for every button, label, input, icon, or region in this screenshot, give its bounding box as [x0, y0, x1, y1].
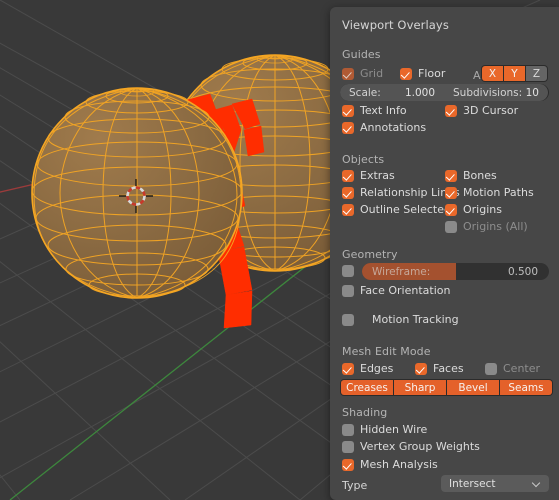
checkbox-relationship-lines[interactable]: Relationship Lines	[342, 187, 460, 199]
checkbox-label-vertex-group-weights: Vertex Group Weights	[360, 440, 480, 453]
chevron-down-icon	[533, 480, 541, 488]
checkbox-box-wireframe[interactable]	[342, 265, 354, 277]
checkbox-box-annotations[interactable]	[342, 122, 354, 134]
checkbox-outline-selected[interactable]: Outline Selected	[342, 204, 451, 216]
slider-wireframe[interactable]: Wireframe: 0.500	[362, 263, 549, 280]
checkbox-text-info[interactable]: Text Info	[342, 105, 407, 117]
field-scale[interactable]: Scale: 1.000	[340, 84, 444, 101]
checkbox-box-extras[interactable]	[342, 170, 354, 182]
checkbox-label-face-orientation: Face Orientation	[360, 284, 451, 297]
checkbox-label-hidden-wire: Hidden Wire	[360, 423, 428, 436]
checkbox-box-faces[interactable]	[415, 363, 427, 375]
checkbox-label-edges: Edges	[360, 362, 394, 375]
dropdown-value-type: Intersect	[449, 477, 496, 490]
checkbox-edges[interactable]: Edges	[342, 363, 393, 375]
dropdown-mesh-analysis-type[interactable]: Intersect	[441, 475, 549, 492]
checkbox-box-outline-selected[interactable]	[342, 204, 354, 216]
axis-toggle-x[interactable]: X	[482, 66, 503, 81]
field-subdivisions-value: 10	[525, 86, 539, 99]
checkbox-box-motion-paths[interactable]	[445, 187, 457, 199]
checkbox-label-mesh-analysis: Mesh Analysis	[360, 458, 438, 471]
checkbox-3d-cursor[interactable]: 3D Cursor	[445, 105, 518, 117]
checkbox-wireframe[interactable]	[342, 265, 354, 277]
checkbox-motion-paths[interactable]: Motion Paths	[445, 187, 534, 199]
blender-window: Viewport Overlays Guides Grid Floor Axes…	[0, 0, 559, 500]
checkbox-center[interactable]: Center	[485, 363, 540, 375]
checkbox-box-floor[interactable]	[400, 68, 412, 80]
button-seams[interactable]: Seams	[500, 380, 552, 395]
slider-wireframe-value: 0.500	[507, 265, 538, 278]
checkbox-label-center: Center	[503, 362, 541, 375]
checkbox-face-orientation[interactable]: Face Orientation	[342, 285, 450, 297]
sphere-front	[31, 87, 243, 299]
button-bevel[interactable]: Bevel	[447, 380, 499, 395]
slider-wireframe-label: Wireframe:	[372, 265, 431, 278]
checkbox-box-bones[interactable]	[445, 170, 457, 182]
checkbox-origins[interactable]: Origins	[445, 204, 502, 216]
checkbox-label-floor: Floor	[418, 67, 446, 80]
checkbox-label-outline-selected: Outline Selected	[360, 203, 451, 216]
checkbox-box-motion-tracking[interactable]	[342, 314, 354, 326]
checkbox-box-grid[interactable]	[342, 68, 354, 80]
checkbox-box-vertex-group-weights[interactable]	[342, 441, 354, 453]
field-subdivisions[interactable]: Subdivisions: 10	[444, 84, 548, 101]
checkbox-box-mesh-analysis[interactable]	[342, 459, 354, 471]
checkbox-label-3d-cursor: 3D Cursor	[463, 104, 519, 117]
checkbox-box-face-orientation[interactable]	[342, 285, 354, 297]
dropdown-label-type: Type	[342, 479, 368, 492]
checkbox-box-3d-cursor[interactable]	[445, 105, 457, 117]
section-header-geometry: Geometry	[342, 248, 398, 261]
checkbox-box-origins-all[interactable]	[445, 221, 457, 233]
field-scale-label: Scale:	[349, 86, 381, 99]
checkbox-label-text-info: Text Info	[360, 104, 407, 117]
edge-overlay-button-group[interactable]: Creases Sharp Bevel Seams	[340, 379, 553, 396]
checkbox-label-annotations: Annotations	[360, 121, 427, 134]
checkbox-box-origins[interactable]	[445, 204, 457, 216]
checkbox-floor[interactable]: Floor	[400, 68, 445, 80]
checkbox-bones[interactable]: Bones	[445, 170, 497, 182]
checkbox-label-extras: Extras	[360, 169, 395, 182]
checkbox-label-origins: Origins	[463, 203, 502, 216]
axis-toggle-y[interactable]: Y	[504, 66, 525, 81]
checkbox-label-motion-tracking: Motion Tracking	[372, 313, 459, 326]
checkbox-box-relationship-lines[interactable]	[342, 187, 354, 199]
checkbox-label-bones: Bones	[463, 169, 497, 182]
checkbox-faces[interactable]: Faces	[415, 363, 464, 375]
checkbox-extras[interactable]: Extras	[342, 170, 395, 182]
field-subdivisions-label: Subdivisions:	[453, 86, 523, 99]
field-scale-value: 1.000	[404, 86, 435, 99]
section-header-guides: Guides	[342, 48, 381, 61]
checkbox-box-center[interactable]	[485, 363, 497, 375]
popover-title: Viewport Overlays	[342, 18, 449, 32]
button-creases[interactable]: Creases	[341, 380, 393, 395]
checkbox-motion-tracking[interactable]: Motion Tracking	[342, 314, 459, 326]
button-sharp[interactable]: Sharp	[394, 380, 446, 395]
checkbox-grid[interactable]: Grid	[342, 68, 383, 80]
section-header-mesh-edit-mode: Mesh Edit Mode	[342, 345, 431, 358]
checkbox-mesh-analysis[interactable]: Mesh Analysis	[342, 459, 438, 471]
checkbox-box-text-info[interactable]	[342, 105, 354, 117]
checkbox-label-motion-paths: Motion Paths	[463, 186, 534, 199]
axis-toggle-z[interactable]: Z	[526, 66, 547, 81]
axes-toggle-group[interactable]: X Y Z	[481, 65, 548, 82]
checkbox-label-grid: Grid	[360, 67, 384, 80]
viewport-overlays-popover[interactable]: Viewport Overlays Guides Grid Floor Axes…	[330, 7, 559, 500]
checkbox-label-origins-all: Origins (All)	[463, 220, 528, 233]
section-header-shading: Shading	[342, 406, 388, 419]
grid-numeric-row[interactable]: Scale: 1.000 Subdivisions: 10	[340, 84, 549, 101]
checkbox-box-hidden-wire[interactable]	[342, 424, 354, 436]
checkbox-label-faces: Faces	[433, 362, 464, 375]
checkbox-box-edges[interactable]	[342, 363, 354, 375]
checkbox-vertex-group-weights[interactable]: Vertex Group Weights	[342, 441, 480, 453]
section-header-objects: Objects	[342, 153, 385, 166]
checkbox-annotations[interactable]: Annotations	[342, 122, 426, 134]
checkbox-origins-all[interactable]: Origins (All)	[445, 221, 528, 233]
checkbox-hidden-wire[interactable]: Hidden Wire	[342, 424, 427, 436]
